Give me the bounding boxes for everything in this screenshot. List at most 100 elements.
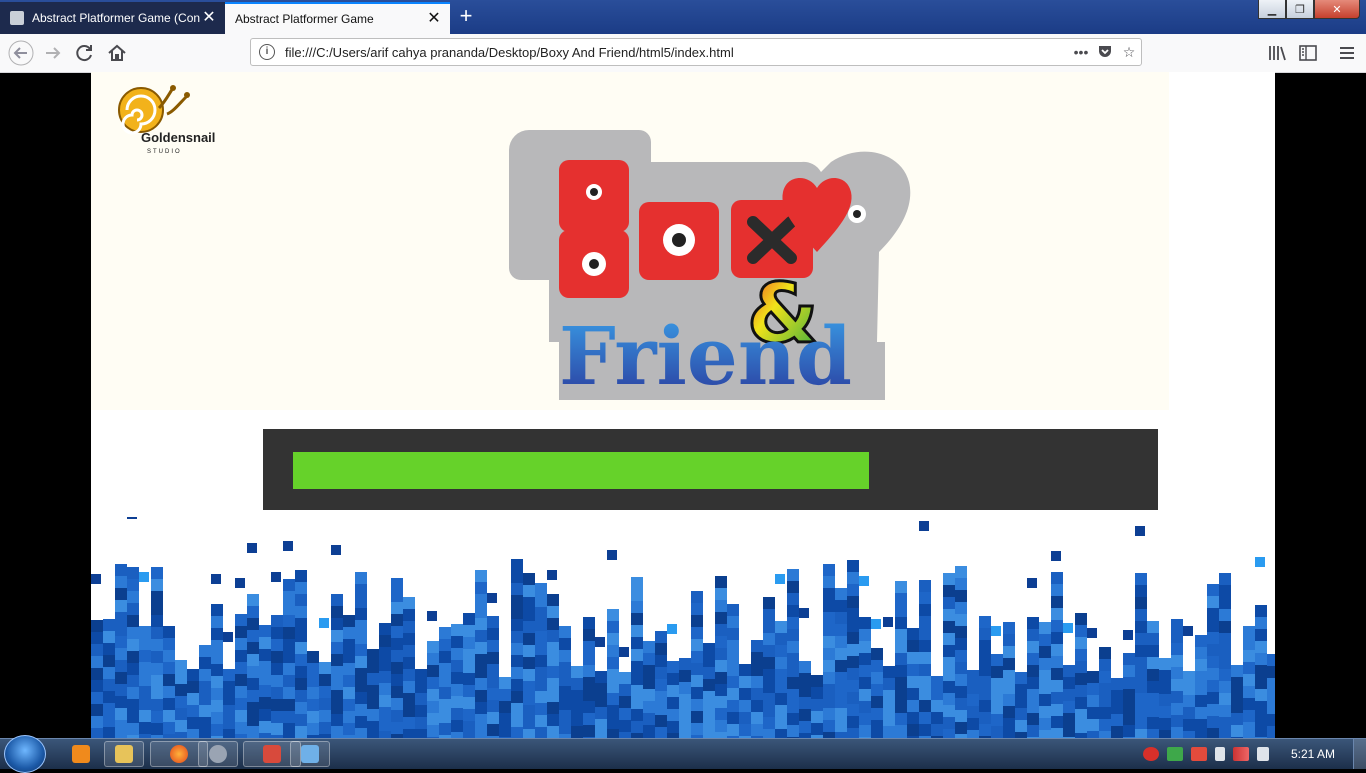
skyline-pixel — [1099, 683, 1111, 695]
skyline-pixel — [199, 729, 211, 738]
skyline-pixel — [463, 625, 475, 637]
skyline-pixel — [295, 690, 307, 702]
taskbar-clock[interactable]: 5:21 AM — [1273, 747, 1353, 761]
page-actions-icon[interactable]: ••• — [1069, 44, 1093, 60]
skyline-pixel — [907, 640, 919, 652]
skyline-pixel — [187, 729, 199, 738]
signal-icon[interactable] — [1233, 747, 1249, 761]
skyline-pixel — [895, 629, 907, 641]
navigation-toolbar: i file:///C:/Users/arif cahya prananda/D… — [0, 34, 1366, 73]
skyline-pixel — [175, 720, 187, 732]
floating-pixel — [427, 611, 437, 621]
network-icon[interactable] — [1167, 747, 1183, 761]
skyline-pixel — [907, 628, 919, 640]
library-icon[interactable] — [1264, 40, 1290, 66]
skyline-pixel — [907, 688, 919, 700]
maximize-button[interactable]: ❐ — [1286, 0, 1314, 19]
explorer-icon[interactable] — [104, 741, 144, 767]
skyline-pixel — [583, 653, 595, 665]
skyline-pixel — [1039, 646, 1051, 658]
media-player-icon[interactable] — [62, 741, 100, 767]
skyline-pixel — [355, 644, 367, 656]
skyline-pixel — [715, 720, 727, 732]
close-tab-icon[interactable]: ✕ — [201, 10, 217, 26]
skyline-pixel — [895, 677, 907, 689]
studio-name: Goldensnail — [141, 130, 215, 145]
show-desktop-button[interactable] — [1353, 739, 1366, 769]
skyline-pixel — [955, 674, 967, 686]
skyline-pixel — [451, 660, 463, 672]
url-text[interactable]: file:///C:/Users/arif cahya prananda/Des… — [285, 45, 1069, 60]
battery-icon[interactable] — [1215, 747, 1225, 761]
skyline-pixel — [1051, 632, 1063, 644]
skyline-pixel — [1183, 671, 1195, 683]
skyline-pixel — [1051, 656, 1063, 668]
skyline-pixel — [163, 662, 175, 674]
skyline-pixel — [955, 686, 967, 698]
bookmark-star-icon[interactable]: ☆ — [1117, 44, 1141, 61]
skyline-pixel — [847, 668, 859, 680]
tab-abstract-platformer-con[interactable]: Abstract Platformer Game (Con ✕ — [0, 2, 225, 34]
logo-friend-text: Friend — [559, 309, 852, 400]
tab-abstract-platformer[interactable]: Abstract Platformer Game ✕ — [225, 2, 450, 34]
skyline-pixel — [439, 651, 451, 663]
skyline-pixel — [247, 678, 259, 690]
home-icon[interactable] — [104, 40, 130, 66]
skyline-pixel — [1075, 625, 1087, 637]
skyline-pixel — [727, 664, 739, 676]
close-window-button[interactable]: ✕ — [1314, 0, 1360, 19]
pocket-icon[interactable] — [1093, 43, 1117, 62]
skyline-pixel — [103, 703, 115, 715]
skyline-pixel — [679, 718, 691, 730]
skyline-pixel — [103, 643, 115, 655]
settings-icon[interactable] — [198, 741, 238, 767]
skyline-pixel — [583, 677, 595, 689]
skyline-pixel — [103, 691, 115, 703]
skyline-pixel — [1207, 668, 1219, 680]
skyline-pixel — [727, 640, 739, 652]
skyline-pixel — [1051, 620, 1063, 632]
skyline-pixel — [547, 666, 559, 678]
skyline-pixel — [655, 631, 667, 643]
skyline-pixel — [1255, 713, 1267, 725]
skyline-pixel — [943, 645, 955, 657]
new-tab-button[interactable]: + — [455, 5, 477, 28]
forward-icon[interactable] — [40, 40, 66, 66]
back-icon[interactable] — [8, 40, 34, 66]
site-info-icon[interactable]: i — [259, 44, 275, 60]
sidebar-icon[interactable] — [1295, 40, 1321, 66]
skyline-pixel — [1003, 670, 1015, 682]
skyline-pixel — [1003, 634, 1015, 646]
skyline-pixel — [1135, 717, 1147, 729]
start-button[interactable] — [4, 735, 46, 773]
skyline-pixel — [1207, 704, 1219, 716]
skyline-pixel — [835, 636, 847, 648]
skyline-pixel — [547, 618, 559, 630]
skyline-pixel — [907, 700, 919, 712]
skyline-pixel — [139, 722, 151, 734]
skyline-pixel — [919, 652, 931, 664]
skyline-pixel — [895, 581, 907, 593]
address-bar[interactable]: i file:///C:/Users/arif cahya prananda/D… — [250, 38, 1142, 66]
menu-icon[interactable] — [1334, 40, 1360, 66]
skyline-pixel — [1255, 725, 1267, 737]
skyline-pixel — [487, 724, 499, 736]
action-center-icon[interactable] — [1191, 747, 1207, 761]
skyline-pixel — [307, 675, 319, 687]
skyline-pixel — [175, 708, 187, 720]
paint-icon[interactable] — [290, 741, 330, 767]
reload-icon[interactable] — [72, 40, 98, 66]
skyline-pixel — [259, 709, 271, 721]
volume-icon[interactable] — [1257, 747, 1269, 761]
close-tab-icon[interactable]: ✕ — [426, 11, 442, 27]
skyline-pixel — [331, 594, 343, 606]
skyline-pixel — [535, 691, 547, 703]
skyline-pixel — [1051, 596, 1063, 608]
minimize-button[interactable]: ▁ — [1258, 0, 1286, 19]
skyline-pixel — [847, 656, 859, 668]
skyline-pixel — [559, 710, 571, 722]
skyline-pixel — [1207, 716, 1219, 728]
browser-tab-bar: Abstract Platformer Game (Con ✕ Abstract… — [0, 0, 1366, 34]
skyline-pixel — [1123, 713, 1135, 725]
power-icon[interactable] — [1143, 747, 1159, 761]
